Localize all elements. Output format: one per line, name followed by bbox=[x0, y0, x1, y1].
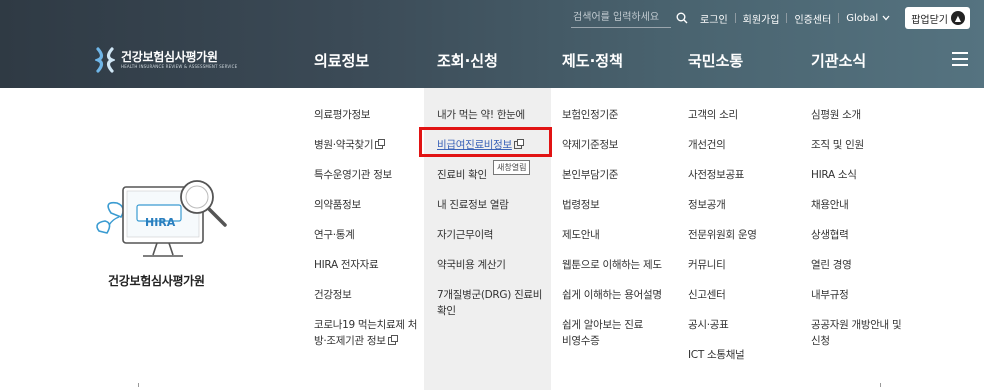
hira-badge-text: HIRA bbox=[145, 216, 176, 229]
menu-item[interactable]: 제도안내 bbox=[562, 227, 662, 257]
menu-column-communication: 고객의 소리 개선건의 사전정보공표 정보공개 전문위원회 운영 커뮤니티 신고… bbox=[688, 107, 757, 377]
utility-bar: 로그인 회원가입 인증센터 Global 팝업닫기 ▲ bbox=[571, 7, 970, 29]
menu-item[interactable]: 고객의 소리 bbox=[688, 107, 757, 137]
top-header: 로그인 회원가입 인증센터 Global 팝업닫기 ▲ 건강보험심사평가원 HE… bbox=[0, 0, 984, 88]
menu-item[interactable]: 건강정보 bbox=[314, 287, 419, 317]
menu-item[interactable]: 의료평가정보 bbox=[314, 107, 419, 137]
menu-item[interactable]: 7개질병군(DRG) 진료비 확인 bbox=[437, 287, 545, 319]
menu-item[interactable]: 조직 및 인원 bbox=[811, 137, 911, 167]
external-link-icon bbox=[375, 139, 386, 149]
menu-item[interactable]: 공공자원 개방안내 및 신청 bbox=[811, 317, 911, 349]
popup-close-button[interactable]: 팝업닫기 ▲ bbox=[905, 7, 970, 29]
menu-item[interactable]: HIRA 소식 bbox=[811, 167, 911, 197]
menu-item[interactable]: 심평원 소개 bbox=[811, 107, 911, 137]
search-icon bbox=[676, 12, 688, 24]
chevron-up-icon: ▲ bbox=[951, 11, 965, 25]
popup-close-label: 팝업닫기 bbox=[911, 14, 948, 26]
login-link[interactable]: 로그인 bbox=[693, 11, 735, 26]
menu-column-medical-info: 의료평가정보 병원·약국찾기 특수운영기관 정보 의약품정보 연구·통계 HIR… bbox=[314, 107, 419, 363]
nav-inquiry-apply[interactable]: 조회·신청 bbox=[437, 50, 498, 71]
menu-item[interactable]: 쉽게 이해하는 용어설명 bbox=[562, 287, 662, 317]
menu-item[interactable]: 본인부담기준 bbox=[562, 167, 662, 197]
menu-item[interactable]: 개선건의 bbox=[688, 137, 757, 167]
menu-item[interactable]: 채용안내 bbox=[811, 197, 911, 227]
menu-item[interactable]: 법령정보 bbox=[562, 197, 662, 227]
signup-link[interactable]: 회원가입 bbox=[736, 11, 787, 26]
auth-center-link[interactable]: 인증센터 bbox=[787, 11, 838, 26]
highlight-box bbox=[419, 127, 552, 157]
menu-item-label: 코로나19 먹는치료제 처방·조제기관 정보 bbox=[314, 319, 418, 347]
menu-item[interactable]: 의약품정보 bbox=[314, 197, 419, 227]
external-link-icon bbox=[387, 335, 398, 345]
divider-dot bbox=[880, 383, 881, 387]
menu-item[interactable]: 신고센터 bbox=[688, 287, 757, 317]
menu-item[interactable]: 내부규정 bbox=[811, 287, 911, 317]
search-button[interactable] bbox=[671, 8, 693, 28]
search-input[interactable] bbox=[571, 8, 672, 28]
menu-item-hospital-search[interactable]: 병원·약국찾기 bbox=[314, 137, 419, 167]
menu-item[interactable]: 특수운영기관 정보 bbox=[314, 167, 419, 197]
nav-agency-news[interactable]: 기관소식 bbox=[811, 50, 866, 71]
brand-illustration: HIRA bbox=[95, 175, 240, 269]
chevron-down-icon bbox=[882, 15, 890, 21]
menu-item[interactable]: 공시·공표 bbox=[688, 317, 757, 347]
menu-column-agency-news: 심평원 소개 조직 및 인원 HIRA 소식 채용안내 상생협력 열린 경영 내… bbox=[811, 107, 911, 363]
menu-item[interactable]: 정보공개 bbox=[688, 197, 757, 227]
menu-item[interactable]: 약국비용 계산기 bbox=[437, 257, 545, 287]
menu-column-system-policy: 보험인정기준 약제기준정보 본인부담기준 법령정보 제도안내 웹툰으로 이해하는… bbox=[562, 107, 662, 363]
menu-item[interactable]: 커뮤니티 bbox=[688, 257, 757, 287]
global-label: Global bbox=[846, 12, 879, 24]
menu-item[interactable]: 연구·통계 bbox=[314, 227, 419, 257]
nav-medical-info[interactable]: 의료정보 bbox=[314, 50, 369, 71]
menu-item[interactable]: 상생협력 bbox=[811, 227, 911, 257]
divider-dot bbox=[138, 383, 139, 387]
menu-item[interactable]: 전문위원회 운영 bbox=[688, 227, 757, 257]
menu-item[interactable]: 내 진료정보 열람 bbox=[437, 197, 545, 227]
menu-item[interactable]: 사전정보공표 bbox=[688, 167, 757, 197]
global-dropdown[interactable]: Global bbox=[839, 13, 897, 24]
menu-item[interactable]: ICT 소통채널 bbox=[688, 347, 757, 377]
brand-name: 건강보험심사평가원 bbox=[108, 274, 205, 288]
menu-item[interactable]: 열린 경영 bbox=[811, 257, 911, 287]
menu-item[interactable]: 쉽게 알아보는 진료비영수증 bbox=[562, 317, 646, 349]
menu-item[interactable]: 자기근무이력 bbox=[437, 227, 545, 257]
menu-icon[interactable] bbox=[952, 52, 968, 66]
menu-item-label: 병원·약국찾기 bbox=[314, 139, 374, 151]
nav-communication[interactable]: 국민소통 bbox=[688, 50, 743, 71]
menu-item[interactable]: 웹툰으로 이해하는 제도 bbox=[562, 257, 662, 287]
menu-item-covid-treatment[interactable]: 코로나19 먹는치료제 처방·조제기관 정보 bbox=[314, 317, 419, 349]
menu-item[interactable]: HIRA 전자자료 bbox=[314, 257, 419, 287]
new-window-tooltip: 새창열림 bbox=[493, 160, 531, 175]
main-nav: 의료정보 조회·신청 제도·정책 국민소통 기관소식 bbox=[0, 50, 984, 72]
nav-system-policy[interactable]: 제도·정책 bbox=[562, 50, 623, 71]
menu-item[interactable]: 보험인정기준 bbox=[562, 107, 662, 137]
menu-item[interactable]: 약제기준정보 bbox=[562, 137, 662, 167]
